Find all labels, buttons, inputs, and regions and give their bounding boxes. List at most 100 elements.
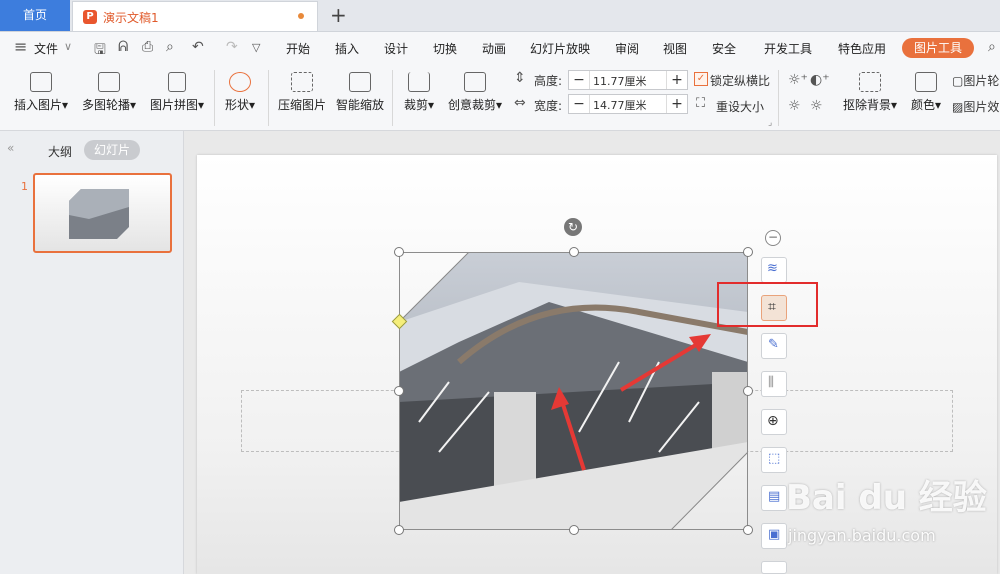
- selection-frame: [399, 252, 748, 530]
- unsaved-dot-icon: [298, 13, 304, 19]
- menu-animation[interactable]: 动画: [482, 40, 506, 57]
- chevron-down-icon[interactable]: ∨: [64, 40, 72, 53]
- color-button[interactable]: 颜色▾: [906, 72, 946, 113]
- baidu-watermark-url: jingyan.baidu.com: [788, 526, 936, 545]
- ribbon: 插入图片▾ 多图轮播▾ 图片拼图▾ 形状▾ 压缩图片 智能缩放 裁剪▾ 创意裁剪…: [0, 64, 1000, 131]
- collapse-toolbar-icon[interactable]: −: [765, 230, 781, 246]
- select-region-icon: ⬚: [768, 451, 781, 466]
- quick-access-more-icon[interactable]: ▽: [252, 41, 260, 54]
- brightness-down-icon[interactable]: ☼: [788, 98, 801, 114]
- collage-icon: [168, 72, 186, 92]
- picture-to-text-button[interactable]: ▤: [761, 485, 787, 511]
- resize-handle-s[interactable]: [569, 525, 579, 535]
- multi-carousel-button[interactable]: 多图轮播▾: [78, 72, 140, 113]
- redo-icon[interactable]: ↷: [226, 39, 238, 55]
- slide-thumbnail[interactable]: [33, 173, 172, 253]
- menu-file[interactable]: 文件: [34, 40, 58, 57]
- brightness-up-icon[interactable]: ☼⁺: [788, 72, 808, 88]
- contrast-down-icon[interactable]: ☼: [810, 98, 823, 114]
- width-label: 宽度:: [534, 99, 563, 113]
- zoom-in-icon: ⊕: [767, 413, 779, 429]
- height-stepper[interactable]: − 11.77厘米 +: [568, 70, 688, 90]
- tab-document[interactable]: P 演示文稿1: [72, 1, 318, 31]
- insert-picture-button[interactable]: 插入图片▾: [10, 72, 72, 113]
- resize-handle-sw[interactable]: [394, 525, 404, 535]
- width-increase-button[interactable]: +: [666, 95, 687, 113]
- divider: [268, 70, 269, 126]
- menu-security[interactable]: 安全: [712, 40, 736, 57]
- menu-view[interactable]: 视图: [663, 40, 687, 57]
- height-decrease-button[interactable]: −: [569, 71, 590, 89]
- creative-crop-button[interactable]: 创意裁剪▾: [444, 72, 506, 113]
- menu-review[interactable]: 审阅: [615, 40, 639, 57]
- picture-edit-button[interactable]: ▣: [761, 523, 787, 549]
- print-preview-icon[interactable]: ⌕: [166, 39, 174, 55]
- width-decrease-button[interactable]: −: [569, 95, 590, 113]
- resize-handle-se[interactable]: [743, 525, 753, 535]
- picture-outline-button[interactable]: ▢图片轮: [952, 72, 999, 89]
- remove-bg-float-button[interactable]: ✎: [761, 333, 787, 359]
- print-icon[interactable]: ⎙: [142, 39, 153, 55]
- magic-wand-icon: ✎: [768, 337, 779, 352]
- creative-crop-icon: [464, 72, 486, 92]
- compress-icon: [291, 72, 313, 92]
- menu-insert[interactable]: 插入: [335, 40, 359, 57]
- lock-ratio-checkbox[interactable]: ✓: [694, 72, 708, 86]
- compress-picture-button[interactable]: 压缩图片: [274, 72, 330, 113]
- save-icon[interactable]: 🖫: [94, 39, 106, 63]
- resize-handle-ne[interactable]: [743, 247, 753, 257]
- menu-special[interactable]: 特色应用: [838, 40, 886, 57]
- tab-slides[interactable]: 幻灯片: [84, 140, 140, 160]
- format-painter-icon[interactable]: ᕱ: [118, 39, 128, 55]
- dialog-launcher-icon[interactable]: ⌟: [768, 118, 772, 128]
- select-region-button[interactable]: ⬚: [761, 447, 787, 473]
- reset-size-button[interactable]: 重设大小: [716, 98, 764, 115]
- picture-icon: [30, 72, 52, 92]
- reset-size-icon: ⛶: [696, 96, 706, 111]
- picture-effects-button[interactable]: ▨图片效: [952, 98, 999, 115]
- width-stepper[interactable]: − 14.77厘米 +: [568, 94, 688, 114]
- layers-icon: ≋: [767, 261, 778, 276]
- resize-handle-nw[interactable]: [394, 247, 404, 257]
- tab-home[interactable]: 首页: [0, 0, 70, 31]
- width-value[interactable]: 14.77厘米: [593, 97, 647, 113]
- collapse-panel-icon[interactable]: «: [7, 141, 14, 155]
- picture-text-icon: ▤: [768, 489, 781, 504]
- menu-start[interactable]: 开始: [286, 40, 310, 57]
- divider: [778, 70, 779, 126]
- remove-background-button[interactable]: 抠除背景▾: [840, 72, 900, 113]
- menu-developer[interactable]: 开发工具: [764, 40, 812, 57]
- divider: [214, 70, 215, 126]
- resize-handle-e[interactable]: [743, 386, 753, 396]
- baidu-watermark: Bai du 经验: [786, 478, 987, 518]
- picture-collage-button[interactable]: 图片拼图▾: [146, 72, 208, 113]
- smart-zoom-button[interactable]: 智能缩放: [334, 72, 386, 113]
- height-increase-button[interactable]: +: [666, 71, 687, 89]
- thumbnail-picture: [69, 189, 129, 239]
- tab-picture-tools[interactable]: 图片工具: [902, 38, 974, 58]
- contrast-up-icon[interactable]: ◐⁺: [810, 72, 830, 88]
- crop-ribbon-button[interactable]: 裁剪▾: [398, 72, 440, 113]
- hamburger-menu-icon[interactable]: ≡: [14, 37, 27, 56]
- zoom-button[interactable]: ⊕: [761, 409, 787, 435]
- divider: [392, 70, 393, 126]
- presentation-logo-icon: P: [83, 10, 97, 24]
- rotate-handle-icon[interactable]: ↻: [564, 218, 582, 236]
- new-tab-plus-icon[interactable]: +: [330, 3, 347, 27]
- search-icon[interactable]: ⌕: [988, 39, 996, 55]
- shape-button[interactable]: 形状▾: [220, 72, 260, 113]
- height-label: 高度:: [534, 74, 563, 88]
- menu-design[interactable]: 设计: [384, 40, 408, 57]
- menu-transition[interactable]: 切换: [433, 40, 457, 57]
- resize-handle-n[interactable]: [569, 247, 579, 257]
- more-tools-button[interactable]: [761, 561, 787, 574]
- lock-ratio-label: 锁定纵横比: [710, 74, 771, 88]
- tab-outline[interactable]: 大纲: [48, 143, 72, 160]
- align-button[interactable]: ⫼: [761, 371, 787, 397]
- undo-icon[interactable]: ↶: [192, 39, 204, 55]
- height-value[interactable]: 11.77厘米: [593, 73, 647, 89]
- menu-bar: ≡ 文件 ∨ 🖫 ᕱ ⎙ ⌕ ↶ ↷ ▽ 开始 插入 设计 切换 动画 幻灯片放…: [0, 32, 1000, 64]
- menu-slideshow[interactable]: 幻灯片放映: [530, 40, 590, 57]
- layers-button[interactable]: ≋: [761, 257, 787, 283]
- resize-handle-w[interactable]: [394, 386, 404, 396]
